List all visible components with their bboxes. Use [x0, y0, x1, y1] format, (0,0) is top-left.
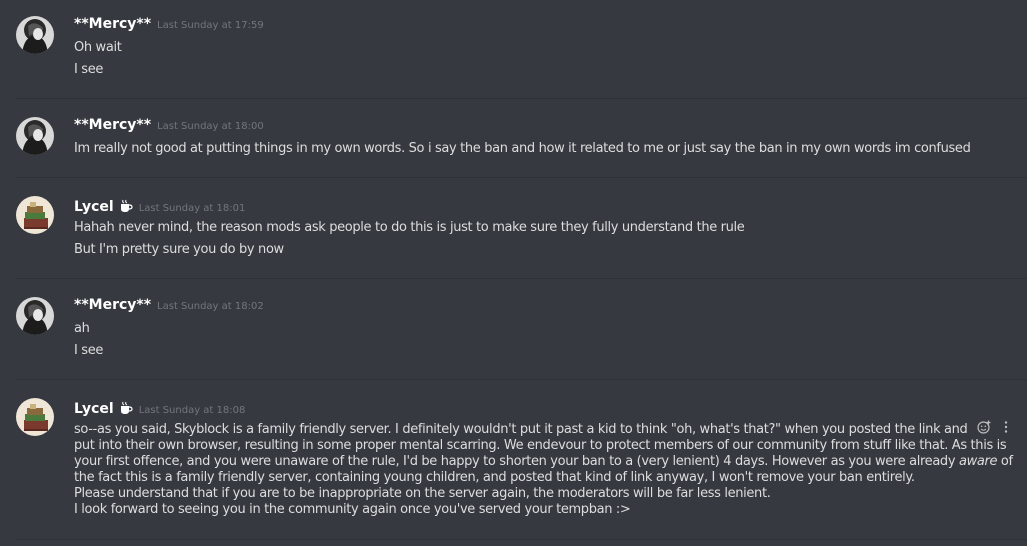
timestamp: Last Sunday at 18:02 — [157, 301, 264, 312]
username[interactable]: **Mercy** — [74, 16, 151, 32]
message-text: Oh wait — [74, 40, 122, 55]
message-text-segment: of — [997, 454, 1013, 469]
message-text: Im really not good at putting things in … — [74, 141, 971, 156]
emphasis-text: aware — [958, 454, 998, 469]
message-text: the fact this is a family friendly serve… — [74, 470, 915, 485]
message-group: Lycel Last Sunday at 18:01 Hahah never m… — [0, 196, 1027, 276]
message-group: **Mercy** Last Sunday at 18:02 ah I see — [0, 297, 1027, 377]
avatar[interactable] — [16, 16, 54, 54]
message-text: I look forward to seeing you in the comm… — [74, 502, 631, 517]
message-header: **Mercy** Last Sunday at 18:02 — [74, 297, 264, 319]
message-divider — [16, 98, 1027, 99]
message-group: **Mercy** Last Sunday at 17:59 Oh wait I… — [0, 16, 1027, 96]
message-text: Hahah never mind, the reason mods ask pe… — [74, 220, 745, 235]
username[interactable]: **Mercy** — [74, 297, 151, 313]
message-text: Please understand that if you are to be … — [74, 486, 771, 501]
avatar[interactable] — [16, 196, 54, 234]
message-divider — [16, 177, 1027, 178]
username[interactable]: Lycel — [74, 401, 114, 417]
message-divider — [16, 379, 1027, 380]
message-text: your first offence, and you were unaware… — [74, 454, 1013, 469]
timestamp: Last Sunday at 18:08 — [138, 405, 246, 416]
more-options-icon[interactable] — [999, 420, 1013, 434]
timestamp: Last Sunday at 18:00 — [157, 121, 264, 132]
chat-message-list: **Mercy** Last Sunday at 17:59 Oh wait I… — [0, 0, 1027, 546]
timestamp: Last Sunday at 18:01 — [138, 203, 246, 214]
message-header: **Mercy** Last Sunday at 18:00 — [74, 117, 264, 139]
message-divider — [16, 539, 1027, 540]
message-text: I see — [74, 62, 103, 77]
message-group: **Mercy** Last Sunday at 18:00 Im really… — [0, 117, 1027, 177]
username[interactable]: Lycel — [74, 199, 114, 215]
message-text: so--as you said, Skyblock is a family fr… — [74, 422, 968, 437]
message-group: Lycel Last Sunday at 18:08 so--as you sa… — [0, 398, 1027, 528]
message-header: Lycel Last Sunday at 18:01 — [74, 196, 245, 218]
add-reaction-icon[interactable] — [977, 420, 991, 434]
timestamp: Last Sunday at 17:59 — [157, 20, 264, 31]
coffee-cup-icon — [119, 400, 133, 414]
message-header: Lycel Last Sunday at 18:08 — [74, 398, 245, 420]
message-text: ah — [74, 321, 90, 336]
message-divider — [16, 278, 1027, 279]
message-text-segment: your first offence, and you were unaware… — [74, 454, 959, 469]
username[interactable]: **Mercy** — [74, 117, 151, 133]
avatar[interactable] — [16, 398, 54, 436]
message-hover-actions — [977, 420, 1013, 434]
coffee-cup-icon — [119, 198, 133, 212]
message-text: put into their own browser, resulting in… — [74, 438, 1007, 453]
avatar[interactable] — [16, 297, 54, 335]
avatar[interactable] — [16, 117, 54, 155]
message-header: **Mercy** Last Sunday at 17:59 — [74, 16, 264, 38]
message-text: I see — [74, 343, 103, 358]
message-text: But I'm pretty sure you do by now — [74, 242, 284, 257]
